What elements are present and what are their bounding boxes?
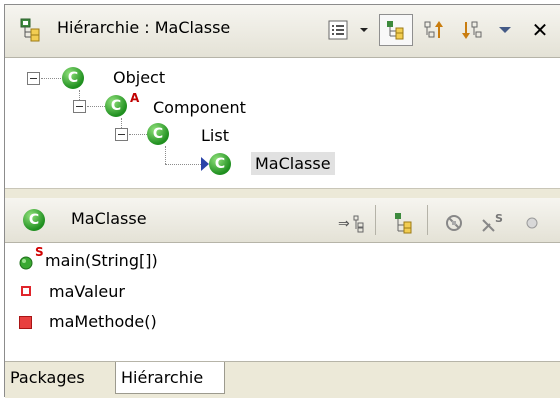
hide-fields-icon xyxy=(446,215,462,231)
class-icon: C xyxy=(23,209,45,231)
members-title: MaClasse xyxy=(71,209,147,228)
private-method-icon xyxy=(19,316,32,329)
svg-text:⇒: ⇒ xyxy=(338,216,350,232)
list-item[interactable]: S main(String[]) xyxy=(5,245,560,275)
static-overlay-icon: S xyxy=(35,245,44,259)
tab-packages[interactable]: Packages xyxy=(5,362,115,394)
tab-hierarchie[interactable]: Hiérarchie xyxy=(115,362,225,394)
hide-static-members-button[interactable]: S xyxy=(475,207,509,239)
type-hierarchy-button[interactable] xyxy=(379,14,413,46)
hide-nonpublic-icon xyxy=(526,217,538,229)
member-label: maMethode() xyxy=(49,312,157,331)
subtype-hierarchy-icon xyxy=(462,21,482,39)
collapse-toggle-object[interactable] xyxy=(27,72,40,85)
view-title: Hiérarchie : MaClasse xyxy=(57,18,231,37)
close-icon: ✕ xyxy=(531,18,549,42)
tree-connector xyxy=(41,78,61,79)
public-method-icon xyxy=(19,256,33,270)
tree-node-object[interactable]: Object xyxy=(113,68,165,87)
list-item[interactable]: maValeur xyxy=(5,276,560,306)
type-hierarchy-tree: C Object C A Component C List C MaClasse xyxy=(5,58,560,188)
show-inherited-members-button[interactable]: ⇒ xyxy=(335,207,369,239)
view-menu-button[interactable] xyxy=(491,14,519,46)
class-icon: C xyxy=(147,123,169,145)
history-list-button[interactable] xyxy=(321,14,355,46)
class-icon: C xyxy=(105,95,127,117)
members-list: S main(String[]) maValeur maMethode() xyxy=(5,243,560,361)
hide-fields-button[interactable] xyxy=(437,207,471,239)
tree-node-component[interactable]: Component xyxy=(153,98,246,117)
tree-node-maclasse[interactable]: MaClasse xyxy=(251,152,335,175)
hierarchy-mode-icon xyxy=(395,213,412,234)
abstract-overlay-icon: A xyxy=(130,91,140,105)
show-inherited-members-icon: ⇒ xyxy=(338,215,364,233)
members-toolbar: C MaClasse ⇒ S xyxy=(5,198,560,243)
collapse-toggle-list[interactable] xyxy=(115,128,128,141)
history-list-icon xyxy=(328,20,348,40)
member-label: maValeur xyxy=(49,282,125,301)
subtype-hierarchy-button[interactable] xyxy=(455,14,489,46)
hierarchy-panel: Hiérarchie : MaClasse ✕ C Object C A Com… xyxy=(4,4,560,398)
tree-connector xyxy=(87,106,105,107)
hide-nonpublic-members-button[interactable] xyxy=(515,207,549,239)
supertype-hierarchy-icon xyxy=(424,21,443,38)
tree-connector xyxy=(79,90,80,100)
view-menu-icon xyxy=(499,27,511,33)
type-hierarchy-view-icon xyxy=(387,21,404,40)
class-icon: C xyxy=(62,67,84,89)
list-item[interactable]: maMethode() xyxy=(5,306,560,336)
class-icon: C xyxy=(209,153,231,175)
focus-arrow-icon xyxy=(201,157,209,171)
toolbar-separator xyxy=(375,205,376,235)
dropdown-arrow-icon xyxy=(360,28,368,32)
supertype-hierarchy-button[interactable] xyxy=(417,14,451,46)
view-tab-bar: Packages Hiérarchie xyxy=(5,361,560,398)
tree-node-list[interactable]: List xyxy=(201,126,229,145)
type-hierarchy-icon xyxy=(20,18,40,42)
member-label: main(String[]) xyxy=(45,251,158,270)
hierarchy-view-toolbar: Hiérarchie : MaClasse ✕ xyxy=(5,5,560,58)
hide-static-members-icon: S xyxy=(482,212,503,232)
hierarchy-mode-button[interactable] xyxy=(385,207,419,239)
tree-connector xyxy=(165,164,205,165)
tree-connector xyxy=(129,134,147,135)
collapse-toggle-component[interactable] xyxy=(73,100,86,113)
tree-connector xyxy=(165,146,166,164)
tree-connector xyxy=(121,118,122,128)
close-view-button[interactable]: ✕ xyxy=(525,14,555,46)
toolbar-separator xyxy=(427,205,428,235)
svg-text:S: S xyxy=(495,212,503,225)
private-field-icon xyxy=(21,286,31,296)
history-dropdown-button[interactable] xyxy=(353,14,375,46)
